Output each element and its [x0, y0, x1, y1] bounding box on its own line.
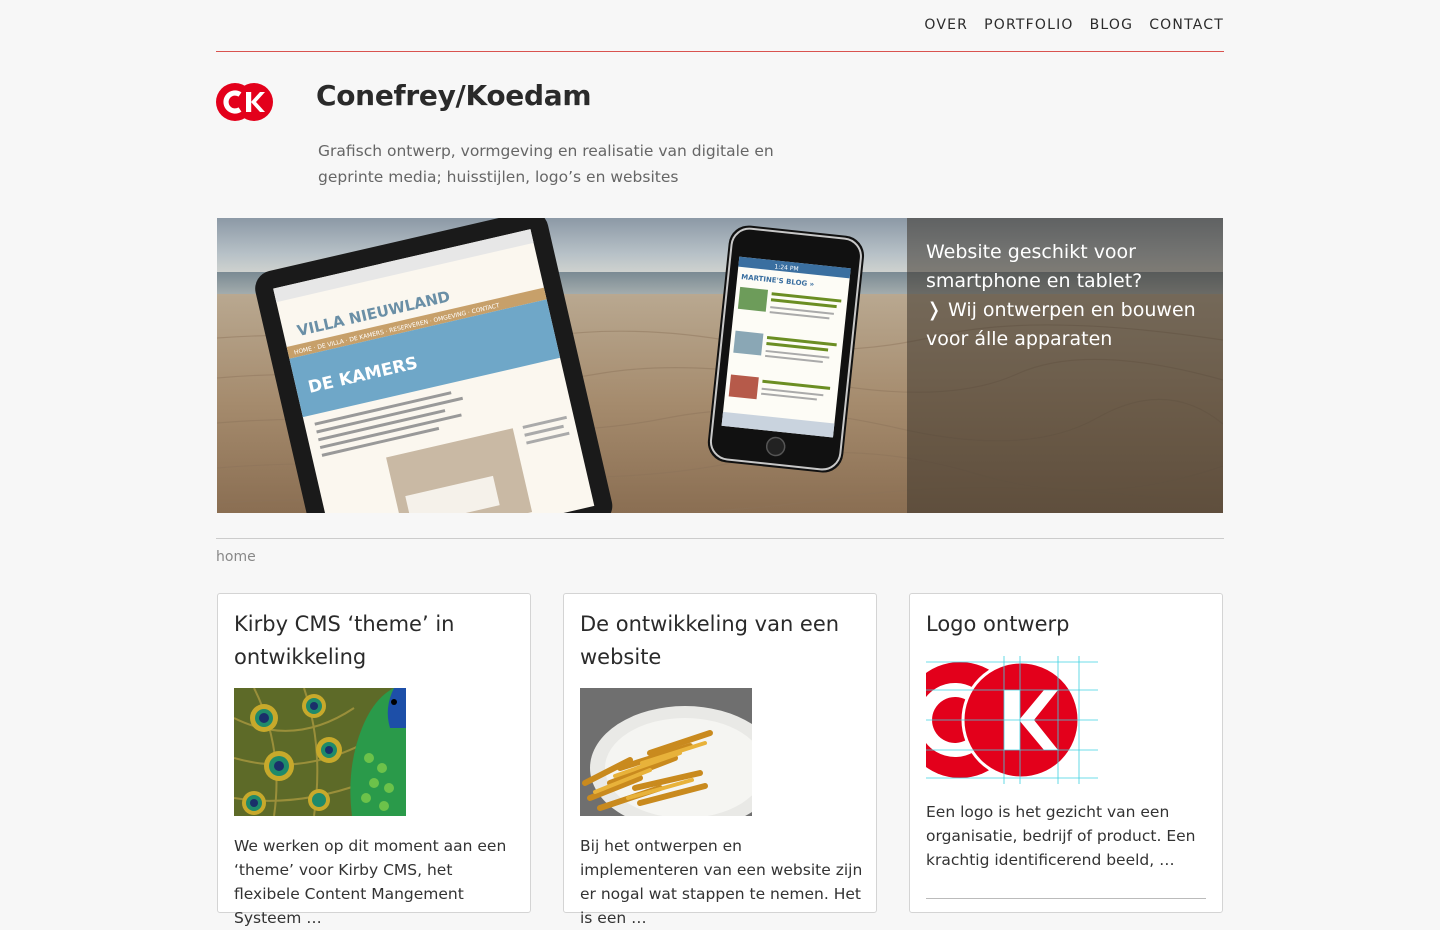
- top-navigation: OVER PORTFOLIO BLOG CONTACT: [908, 17, 1224, 33]
- blog-card-title[interactable]: De ontwikkeling van een website: [580, 608, 865, 674]
- blog-card[interactable]: Logo ontwerp Een logo is het gezicht van…: [909, 593, 1223, 913]
- ck-logo-construction-image[interactable]: [926, 656, 1098, 784]
- french-fries-image[interactable]: [580, 688, 752, 816]
- section-divider: [216, 538, 1224, 539]
- blog-card-excerpt: Bij het ontwerpen en implementeren van e…: [580, 837, 863, 927]
- breadcrumb-home[interactable]: home: [216, 549, 256, 565]
- nav-item-contact[interactable]: CONTACT: [1149, 17, 1224, 33]
- blog-card-excerpt: We werken op dit moment aan een ‘theme’ …: [234, 837, 507, 927]
- hero-caption-line1: Website geschikt voor smartphone en tabl…: [926, 241, 1143, 292]
- nav-item-blog[interactable]: BLOG: [1090, 17, 1134, 33]
- peacock-feathers-image[interactable]: [234, 688, 406, 816]
- hero-caption[interactable]: Website geschikt voor smartphone en tabl…: [926, 238, 1206, 354]
- ck-logo[interactable]: [216, 82, 274, 122]
- blog-card[interactable]: De ontwikkeling van een website Bij het …: [563, 593, 877, 927]
- nav-item-portfolio[interactable]: PORTFOLIO: [984, 17, 1074, 33]
- site-title[interactable]: Conefrey/Koedam: [316, 79, 592, 112]
- blog-card[interactable]: Kirby CMS ‘theme’ in ontwikkeling We wer…: [217, 593, 531, 927]
- hero-caption-line2[interactable]: ❭ Wij ontwerpen en bouwen voor álle appa…: [926, 296, 1206, 354]
- site-tagline: Grafisch ontwerp, vormgeving en realisat…: [318, 142, 774, 186]
- blog-card-title[interactable]: Kirby CMS ‘theme’ in ontwikkeling: [234, 608, 519, 674]
- card-divider: [926, 898, 1206, 899]
- blog-card-excerpt: Een logo is het gezicht van een organisa…: [926, 803, 1196, 869]
- ck-logo-icon: [216, 83, 273, 121]
- page: OVER PORTFOLIO BLOG CONTACT Conefrey/Koe…: [216, 0, 1224, 927]
- nav-item-over[interactable]: OVER: [924, 17, 968, 33]
- nav-divider: [216, 51, 1224, 52]
- blog-card-title[interactable]: Logo ontwerp: [926, 608, 1211, 641]
